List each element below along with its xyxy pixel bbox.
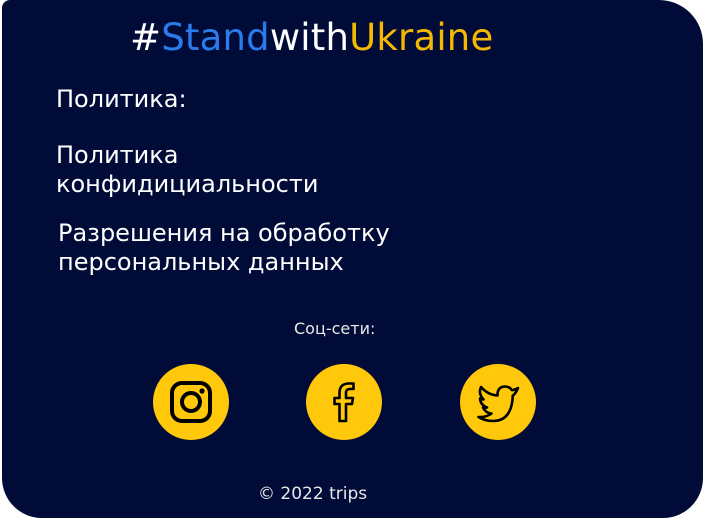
privacy-policy-line2: конфидициальности bbox=[56, 170, 319, 198]
policy-heading: Политика: bbox=[56, 85, 187, 113]
hashtag-prefix: # bbox=[130, 16, 162, 59]
facebook-icon bbox=[333, 382, 355, 423]
twitter-icon bbox=[477, 385, 520, 423]
facebook-button[interactable] bbox=[306, 364, 382, 440]
hashtag-stand: Stand bbox=[161, 16, 270, 59]
consent-line1: Разрешения на обработку bbox=[58, 219, 390, 247]
instagram-icon bbox=[170, 381, 212, 423]
consent-line2: персональных данных bbox=[58, 248, 344, 276]
hashtag-ukraine: Ukraine bbox=[349, 16, 494, 59]
twitter-button[interactable] bbox=[460, 364, 536, 440]
social-heading: Соц-сети: bbox=[294, 319, 376, 338]
stand-with-ukraine-hashtag: #StandwithUkraine bbox=[130, 14, 493, 62]
footer: #StandwithUkraine Политика: Политика кон… bbox=[2, 0, 703, 518]
hashtag-with: with bbox=[269, 16, 350, 59]
privacy-policy-line1: Политика bbox=[56, 141, 179, 169]
copyright-text: © 2022 trips bbox=[258, 484, 368, 504]
privacy-policy-link[interactable]: Политика конфидициальности bbox=[56, 141, 386, 199]
personal-data-consent-link[interactable]: Разрешения на обработку персональных дан… bbox=[58, 219, 478, 277]
instagram-button[interactable] bbox=[153, 364, 229, 440]
